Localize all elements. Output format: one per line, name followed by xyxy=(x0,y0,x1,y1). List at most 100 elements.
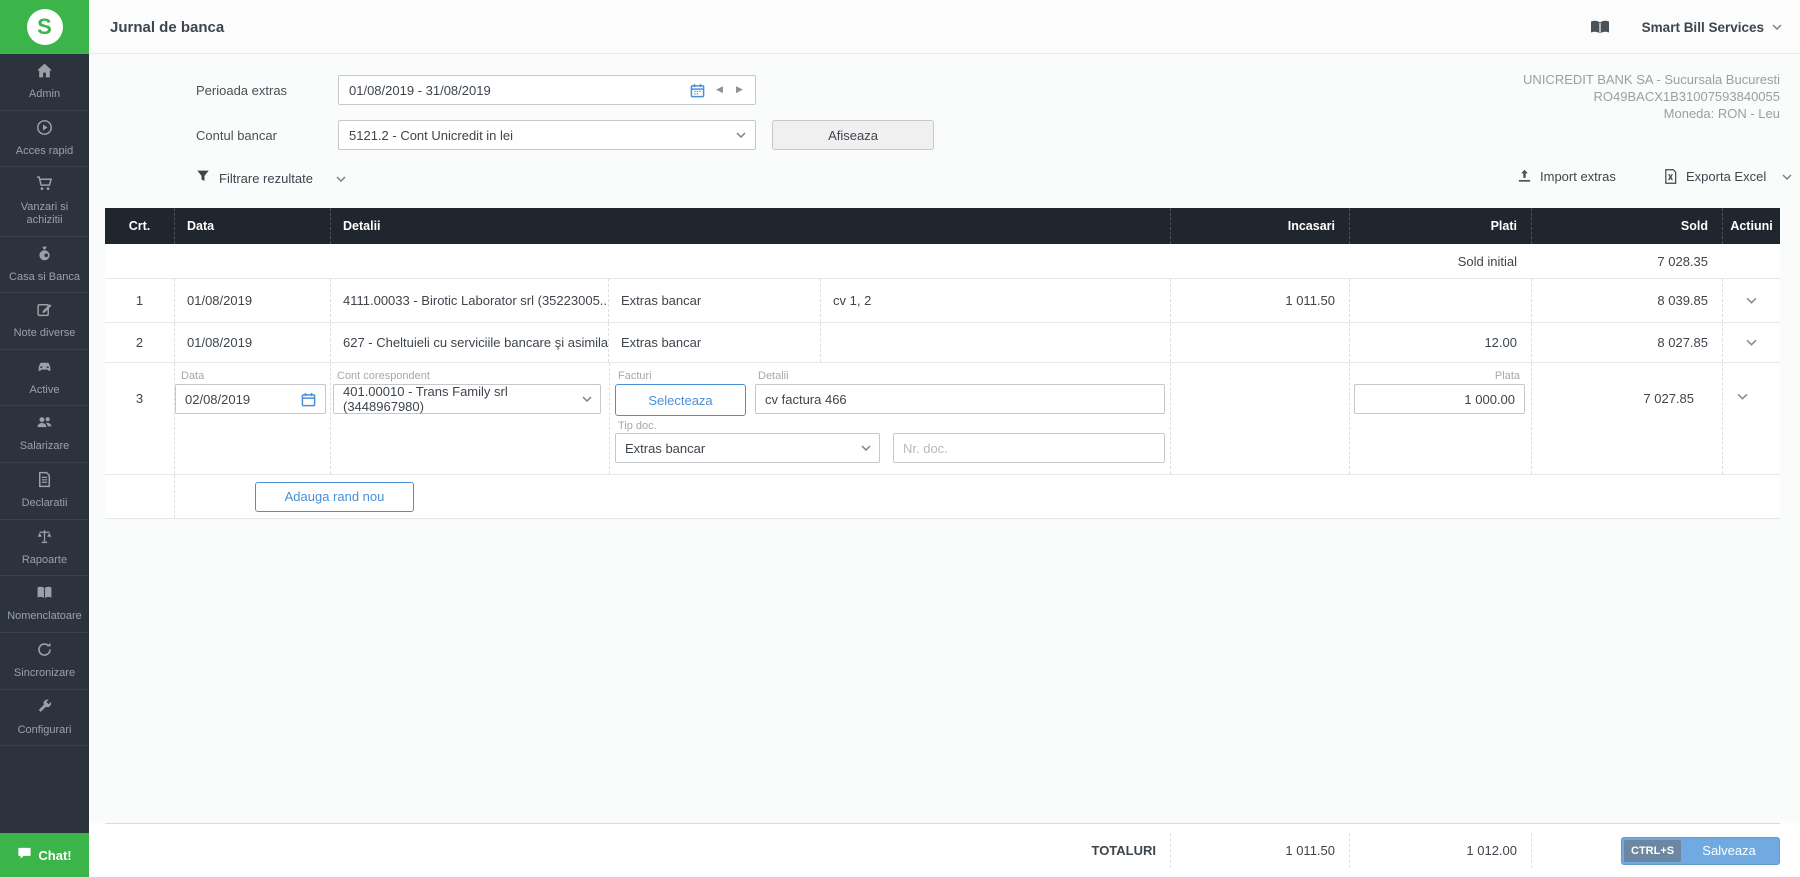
bank-info: UNICREDIT BANK SA - Sucursala Bucuresti … xyxy=(1523,71,1780,122)
chevron-down-icon xyxy=(736,132,746,138)
row-incasari xyxy=(1170,323,1349,362)
edit-doc-type-select[interactable]: Extras bancar xyxy=(615,433,880,463)
filter-results-toggle[interactable]: Filtrare rezultate xyxy=(196,169,346,188)
totals-incasari: 1 011.50 xyxy=(1170,833,1349,868)
header-actiuni: Actiuni xyxy=(1722,208,1780,244)
book-icon xyxy=(36,584,53,606)
period-label: Perioada extras xyxy=(196,83,287,98)
cart-icon xyxy=(36,175,53,197)
edit-doc-number-input[interactable] xyxy=(893,433,1165,463)
users-icon xyxy=(36,414,53,436)
table-header-row: Crt. Data Detalii Incasari Plati Sold Ac… xyxy=(105,208,1780,244)
edit-row: 3 Data Cont corespondent 401.00010 - Tra… xyxy=(105,363,1780,475)
row-details: cv 1, 2 xyxy=(820,279,1170,322)
edit-invoices-label: Facturi xyxy=(618,370,652,382)
upload-icon xyxy=(1517,169,1532,184)
sidebar-item-salarizare[interactable]: Salarizare xyxy=(0,406,89,463)
calendar-icon[interactable] xyxy=(690,83,705,98)
row-account: 627 - Cheltuieli cu serviciile bancare ş… xyxy=(330,323,608,362)
initial-balance-label: Sold initial xyxy=(1349,244,1531,278)
chat-label: Chat! xyxy=(38,848,71,863)
money-bag-icon xyxy=(36,245,53,267)
show-button[interactable]: Afiseaza xyxy=(772,120,934,150)
table-row: 1 01/08/2019 4111.00033 - Birotic Labora… xyxy=(105,279,1780,323)
sidebar-item-label: Acces rapid xyxy=(16,145,73,158)
home-icon xyxy=(36,62,53,84)
sidebar-item-label: Vanzari si achizitii xyxy=(4,201,85,226)
chevron-down-icon xyxy=(1782,174,1792,180)
sidebar-item-label: Configurari xyxy=(18,724,72,737)
sidebar-item-label: Note diverse xyxy=(14,327,76,340)
edit-payment-label: Plata xyxy=(1354,370,1520,382)
edit-payment-input[interactable] xyxy=(1354,384,1525,414)
document-icon xyxy=(36,471,53,493)
excel-file-icon xyxy=(1663,169,1678,184)
bank-info-name: UNICREDIT BANK SA - Sucursala Bucuresti xyxy=(1523,71,1780,88)
export-excel-button[interactable]: Exporta Excel xyxy=(1663,169,1792,184)
header-detalii: Detalii xyxy=(330,208,1170,244)
sidebar-item-label: Rapoarte xyxy=(22,554,67,567)
previous-period-arrow-icon[interactable]: ◀ xyxy=(716,84,723,95)
row-index: 1 xyxy=(105,279,174,322)
help-book-icon[interactable] xyxy=(1590,19,1610,35)
header-plati: Plati xyxy=(1349,208,1531,244)
export-excel-label: Exporta Excel xyxy=(1686,169,1766,184)
chevron-down-icon xyxy=(582,396,592,402)
save-button[interactable]: CTRL+S Salveaza xyxy=(1621,837,1780,865)
filter-results-label: Filtrare rezultate xyxy=(219,171,313,186)
sidebar-item-admin[interactable]: Admin xyxy=(0,54,89,111)
row-actions-chevron-icon[interactable] xyxy=(1737,393,1748,400)
row-actions-chevron-icon[interactable] xyxy=(1746,297,1757,304)
sidebar-item-declaratii[interactable]: Declaratii xyxy=(0,463,89,520)
bank-account-select[interactable]: 5121.2 - Cont Unicredit in lei xyxy=(338,120,756,150)
sidebar-item-configurari[interactable]: Configurari xyxy=(0,690,89,747)
bank-info-currency: Moneda: RON - Leu xyxy=(1523,105,1780,122)
edit-account-select-value: 401.00010 - Trans Family srl (3448967980… xyxy=(343,384,576,414)
row-index: 2 xyxy=(105,323,174,362)
sidebar-item-active[interactable]: Active xyxy=(0,350,89,407)
header-incasari: Incasari xyxy=(1170,208,1349,244)
sidebar-item-acces-rapid[interactable]: Acces rapid xyxy=(0,111,89,168)
calendar-icon[interactable] xyxy=(301,392,316,407)
edit-doc-type-label: Tip doc. xyxy=(618,420,657,432)
import-statement-label: Import extras xyxy=(1540,169,1616,184)
edit-account-label: Cont corespondent xyxy=(337,370,430,382)
sidebar-item-label: Declaratii xyxy=(22,497,68,510)
sidebar: S Admin Acces rapid Vanzari si achizitii… xyxy=(0,0,89,877)
sidebar-item-label: Admin xyxy=(29,88,60,101)
row-doc-type: Extras bancar xyxy=(608,323,820,362)
row-details xyxy=(820,323,1170,362)
sidebar-nav: Admin Acces rapid Vanzari si achizitii C… xyxy=(0,54,89,833)
import-statement-button[interactable]: Import extras xyxy=(1517,169,1616,184)
sidebar-item-rapoarte[interactable]: Rapoarte xyxy=(0,520,89,577)
totals-row: TOTALURI 1 011.50 1 012.00 CTRL+S Salvea… xyxy=(105,823,1780,877)
table-row: 2 01/08/2019 627 - Cheltuieli cu servici… xyxy=(105,323,1780,363)
row-actions-chevron-icon[interactable] xyxy=(1746,339,1757,346)
sidebar-item-note-diverse[interactable]: Note diverse xyxy=(0,293,89,350)
row-plati: 12.00 xyxy=(1349,323,1531,362)
row-incasari: 1 011.50 xyxy=(1170,279,1349,322)
edit-details-input[interactable] xyxy=(755,384,1165,414)
chevron-down-icon xyxy=(1772,24,1782,30)
header-data: Data xyxy=(174,208,330,244)
save-shortcut-badge: CTRL+S xyxy=(1624,840,1681,862)
account-menu[interactable]: Smart Bill Services xyxy=(1590,0,1782,54)
smartbill-logo[interactable]: S xyxy=(0,0,89,54)
add-new-row-button[interactable]: Adauga rand nou xyxy=(255,482,414,512)
row-plati xyxy=(1349,279,1531,322)
bank-account-select-value: 5121.2 - Cont Unicredit in lei xyxy=(349,128,513,143)
sidebar-item-vanzari-si-achizitii[interactable]: Vanzari si achizitii xyxy=(0,167,89,236)
sidebar-item-nomenclatoare[interactable]: Nomenclatoare xyxy=(0,576,89,633)
row-date: 01/08/2019 xyxy=(174,279,330,322)
wrench-icon xyxy=(36,698,53,720)
footer-bar: TOTALURI 1 011.50 1 012.00 CTRL+S Salvea… xyxy=(89,823,1800,877)
chevron-down-icon xyxy=(861,445,871,451)
sidebar-item-sincronizare[interactable]: Sincronizare xyxy=(0,633,89,690)
select-invoices-button[interactable]: Selecteaza xyxy=(615,384,746,416)
totals-label: TOTALURI xyxy=(105,833,1170,868)
next-period-arrow-icon[interactable]: ▶ xyxy=(736,84,743,95)
edit-account-select[interactable]: 401.00010 - Trans Family srl (3448967980… xyxy=(333,384,601,414)
page-title: Jurnal de banca xyxy=(110,0,224,54)
chat-button[interactable]: Chat! xyxy=(0,833,89,877)
sidebar-item-casa-si-banca[interactable]: Casa si Banca xyxy=(0,237,89,294)
